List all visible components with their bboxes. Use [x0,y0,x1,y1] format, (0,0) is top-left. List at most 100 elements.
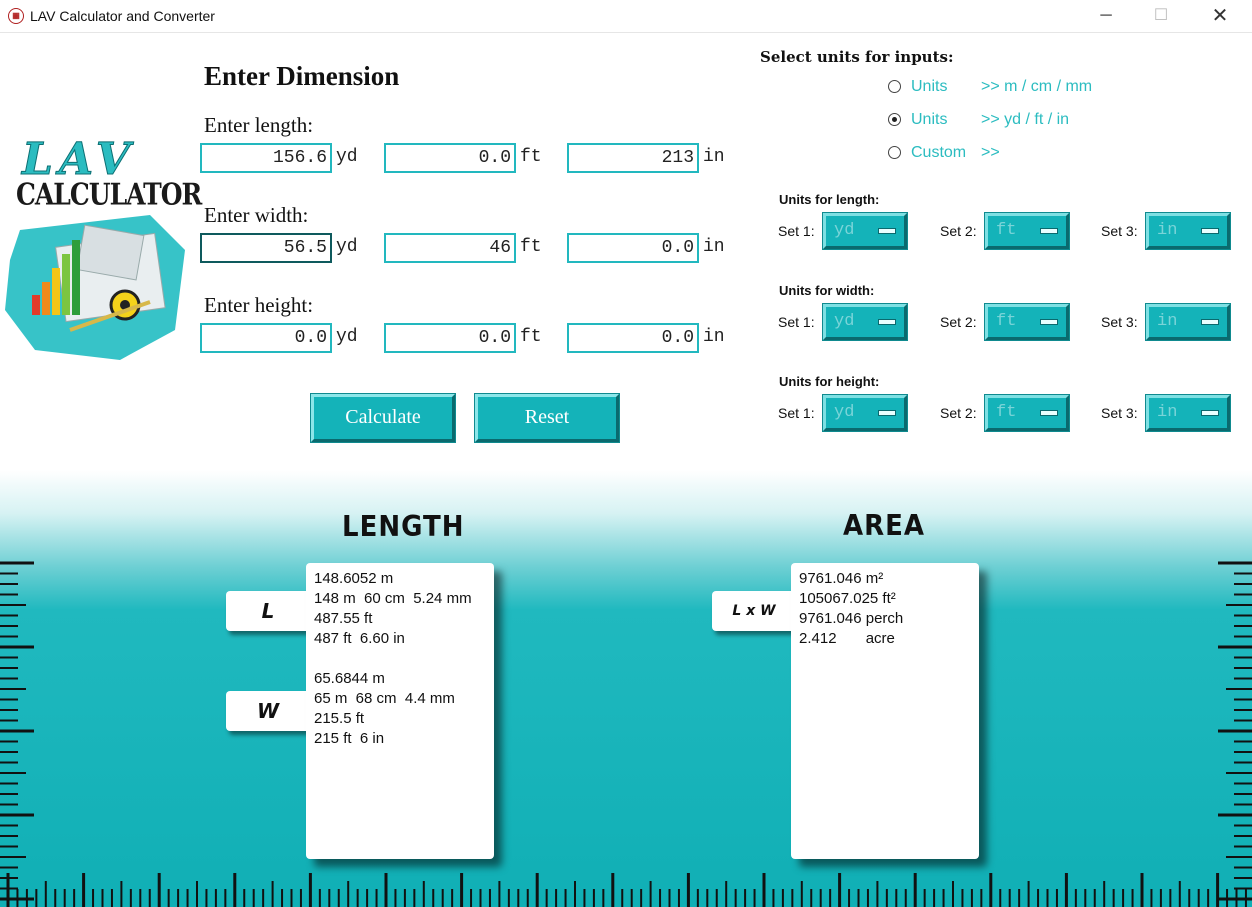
length-set1-label: Set 1: [778,223,815,239]
length-x-width-tag: L x W [712,591,796,631]
radio-custom-desc: >> [981,144,1000,161]
length-results-box: 148.6052 m 148 m 60 cm 5.24 mm 487.55 ft 48… [306,563,494,859]
length-units-title: Units for length: [779,192,880,207]
width-set2-value: ft [996,312,1017,331]
maximize-button[interactable]: ☐ [1138,0,1184,33]
radio-metric-label[interactable]: Units [911,78,947,96]
width-unit-1: yd [336,237,358,257]
length-set1-dropdown[interactable]: yd [823,213,907,249]
length-unit-3: in [703,147,725,167]
result-line: 148.6052 m [314,570,394,587]
height-label: Enter height: [204,293,314,317]
length-label: Enter length: [204,113,314,137]
section-title: Enter Dimension [204,61,400,91]
width-tag: W [226,691,310,731]
length-set1-value: yd [834,221,855,240]
result-line: 2.412 acre [799,630,895,647]
dropdown-indicator-icon [1201,228,1219,234]
width-label: Enter width: [204,203,309,227]
result-line: 215.5 ft [314,710,365,727]
height-set1-label: Set 1: [778,405,815,421]
radio-imperial-label[interactable]: Units [911,111,947,129]
result-line: 9761.046 perch [799,610,904,627]
dropdown-indicator-icon [878,319,896,325]
result-line: 65 m 68 cm 4.4 mm [314,690,455,707]
width-unit-2: ft [520,237,542,257]
title-bar: ▦ LAV Calculator and Converter ─ ☐ ✕ [0,0,1252,33]
height-set2-value: ft [996,403,1017,422]
result-line: 65.6844 m [314,670,385,687]
close-button[interactable]: ✕ [1197,0,1243,33]
dropdown-indicator-icon [1201,319,1219,325]
dropdown-indicator-icon [1040,228,1058,234]
height-field-3[interactable]: 0.0 [567,323,699,353]
unit-select-title: Select units for inputs: [760,48,954,66]
length-set2-dropdown[interactable]: ft [985,213,1069,249]
length-unit-2: ft [520,147,542,167]
app-icon: ▦ [8,8,24,24]
dropdown-indicator-icon [1040,319,1058,325]
width-field-1[interactable]: 56.5 [200,233,332,263]
result-line: 215 ft 6 in [314,730,385,747]
area-results-title: AREA [843,509,926,543]
result-line: 105067.025 ft² [799,590,896,607]
result-line: 487.55 ft [314,610,373,627]
width-set1-dropdown[interactable]: yd [823,304,907,340]
width-set2-dropdown[interactable]: ft [985,304,1069,340]
minimize-button[interactable]: ─ [1083,0,1129,33]
dropdown-indicator-icon [878,410,896,416]
width-set2-label: Set 2: [940,314,977,330]
height-set1-dropdown[interactable]: yd [823,395,907,431]
radio-metric-desc: >> m / cm / mm [981,78,1093,95]
width-unit-3: in [703,237,725,257]
height-set3-label: Set 3: [1101,405,1138,421]
result-line: 487 ft 6.60 in [314,630,405,647]
result-line [314,649,486,669]
width-set1-value: yd [834,312,855,331]
radio-imperial-desc: >> yd / ft / in [981,111,1070,128]
app-logo: LAV CALCULATOR [0,130,202,365]
radio-imperial[interactable] [888,113,901,126]
height-units-title: Units for height: [779,374,880,389]
width-field-3[interactable]: 0.0 [567,233,699,263]
width-set3-value: in [1157,312,1178,331]
width-set1-label: Set 1: [778,314,815,330]
result-line: 148 m 60 cm 5.24 mm [314,590,472,607]
logo-illustration [5,215,185,360]
length-results-title: LENGTH [342,510,465,544]
length-set2-label: Set 2: [940,223,977,239]
width-units-title: Units for width: [779,283,875,298]
calculate-button[interactable]: Calculate [311,394,455,442]
reset-button[interactable]: Reset [475,394,619,442]
length-unit-1: yd [336,147,358,167]
radio-custom-label[interactable]: Custom [911,144,966,162]
height-set2-dropdown[interactable]: ft [985,395,1069,431]
height-unit-1: yd [336,327,358,347]
result-line: 9761.046 m² [799,570,884,587]
width-set3-dropdown[interactable]: in [1146,304,1230,340]
length-set3-value: in [1157,221,1178,240]
dropdown-indicator-icon [1201,410,1219,416]
width-field-2[interactable]: 46 [384,233,516,263]
radio-custom[interactable] [888,146,901,159]
length-tag: L [226,591,310,631]
radio-metric[interactable] [888,80,901,93]
height-set3-dropdown[interactable]: in [1146,395,1230,431]
height-field-1[interactable]: 0.0 [200,323,332,353]
height-set3-value: in [1157,403,1178,422]
length-field-3[interactable]: 213 [567,143,699,173]
length-field-1[interactable]: 156.6 [200,143,332,173]
dropdown-indicator-icon [878,228,896,234]
width-set3-label: Set 3: [1101,314,1138,330]
length-set3-dropdown[interactable]: in [1146,213,1230,249]
area-results-box: 9761.046 m² 105067.025 ft² 9761.046 perch 2… [791,563,979,859]
height-unit-3: in [703,327,725,347]
length-set2-value: ft [996,221,1017,240]
height-unit-2: ft [520,327,542,347]
height-field-2[interactable]: 0.0 [384,323,516,353]
height-set1-value: yd [834,403,855,422]
window-title: LAV Calculator and Converter [30,8,215,24]
length-set3-label: Set 3: [1101,223,1138,239]
length-field-2[interactable]: 0.0 [384,143,516,173]
results-background [0,470,1252,907]
